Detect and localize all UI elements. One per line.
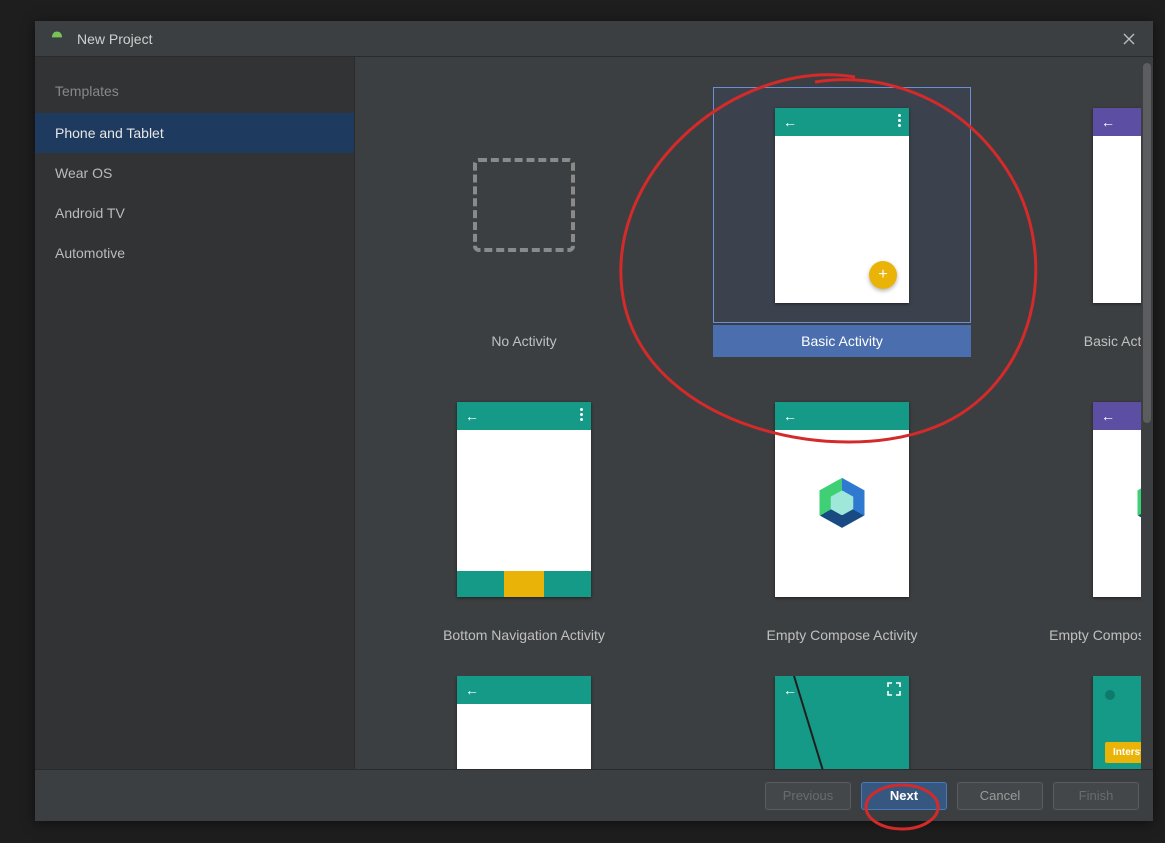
dialog-body: Templates Phone and Tablet Wear OS Andro… — [35, 57, 1153, 769]
template-thumbnail: ← — [713, 675, 971, 769]
template-empty-activity[interactable]: ← — [395, 675, 653, 769]
phone-preview: ← — [775, 402, 909, 597]
cancel-button[interactable]: Cancel — [957, 782, 1043, 810]
window-title: New Project — [77, 31, 1117, 47]
back-arrow-icon: ← — [783, 408, 797, 424]
appbar: ← — [775, 402, 909, 430]
overflow-menu-icon — [898, 114, 901, 127]
template-basic-activity-m3[interactable]: ← PREVIEW + Basic Activity (Material3) — [1031, 87, 1153, 357]
phone-preview: ← — [457, 402, 591, 597]
template-no-activity[interactable]: No Activity — [395, 87, 653, 357]
fab-icon: + — [869, 261, 897, 289]
template-interstitial-ad[interactable]: Interstitial Ad — [1031, 675, 1153, 769]
template-label: Basic Activity (Material3) — [1031, 325, 1153, 357]
compose-logo-icon — [817, 478, 867, 528]
phone-preview: ← — [775, 676, 909, 769]
fullscreen-icon — [887, 682, 901, 699]
vertical-scrollbar[interactable] — [1141, 57, 1153, 769]
back-arrow-icon: ← — [465, 408, 479, 424]
previous-button[interactable]: Previous — [765, 782, 851, 810]
back-arrow-icon: ← — [1101, 408, 1115, 424]
next-button[interactable]: Next — [861, 782, 947, 810]
template-thumbnail: ← + — [713, 87, 971, 323]
overflow-menu-icon — [580, 408, 583, 421]
sidebar: Templates Phone and Tablet Wear OS Andro… — [35, 57, 355, 769]
back-arrow-icon: ← — [1101, 114, 1115, 130]
close-button[interactable] — [1117, 27, 1141, 51]
sidebar-item-label: Android TV — [55, 205, 125, 221]
template-thumbnail: ← — [395, 381, 653, 617]
sidebar-item-wear-os[interactable]: Wear OS — [35, 153, 354, 193]
appbar: ← — [457, 402, 591, 430]
dialog-footer: Previous Next Cancel Finish — [35, 769, 1153, 821]
sidebar-item-label: Automotive — [55, 245, 125, 261]
phone-preview: ← — [457, 676, 591, 769]
template-thumbnail: ← — [395, 675, 653, 769]
scroll-thumb[interactable] — [1143, 63, 1151, 423]
template-basic-activity[interactable]: ← + Basic Activity — [713, 87, 971, 357]
button-label: Next — [890, 788, 918, 803]
template-grid: No Activity ← + Basic Activity — [355, 57, 1141, 769]
sidebar-item-automotive[interactable]: Automotive — [35, 233, 354, 273]
template-fullscreen-activity[interactable]: ← — [713, 675, 971, 769]
phone-preview: ← + — [775, 108, 909, 303]
sidebar-item-label: Phone and Tablet — [55, 125, 164, 141]
sidebar-header: Templates — [35, 73, 354, 113]
button-label: Cancel — [980, 788, 1020, 803]
sidebar-item-android-tv[interactable]: Android TV — [35, 193, 354, 233]
template-thumbnail — [395, 87, 653, 323]
template-empty-compose-m3[interactable]: ← PREVIEW Empty Compose Activity (Materi… — [1031, 381, 1153, 651]
button-label: Previous — [783, 788, 834, 803]
appbar: ← — [775, 108, 909, 136]
template-label: Basic Activity — [713, 325, 971, 357]
sidebar-item-label: Wear OS — [55, 165, 112, 181]
back-arrow-icon: ← — [465, 682, 479, 698]
template-thumbnail: ← PREVIEW + — [1031, 87, 1153, 323]
template-label: Empty Compose Activity — [713, 619, 971, 651]
bottom-nav-bar — [457, 571, 591, 597]
status-dot-icon — [1105, 690, 1115, 700]
back-arrow-icon: ← — [783, 114, 797, 130]
template-label: Bottom Navigation Activity — [395, 619, 653, 651]
button-label: Finish — [1079, 788, 1114, 803]
finish-button[interactable]: Finish — [1053, 782, 1139, 810]
template-label: Empty Compose Activity (Material3) — [1031, 619, 1153, 651]
dashed-placeholder-icon — [473, 158, 575, 252]
template-label: No Activity — [395, 325, 653, 357]
nav-highlight — [504, 571, 544, 597]
template-empty-compose[interactable]: ← Empty Compose Activity — [713, 381, 971, 651]
appbar: ← — [457, 676, 591, 704]
titlebar: New Project — [35, 21, 1153, 57]
android-icon — [47, 29, 67, 49]
template-thumbnail: Interstitial Ad — [1031, 675, 1153, 769]
sidebar-item-phone-tablet[interactable]: Phone and Tablet — [35, 113, 354, 153]
template-thumbnail: ← — [713, 381, 971, 617]
new-project-dialog: New Project Templates Phone and Tablet W… — [35, 21, 1153, 821]
template-gallery: No Activity ← + Basic Activity — [355, 57, 1153, 769]
template-thumbnail: ← PREVIEW — [1031, 381, 1153, 617]
template-bottom-navigation[interactable]: ← Bottom Navigation Activity — [395, 381, 653, 651]
